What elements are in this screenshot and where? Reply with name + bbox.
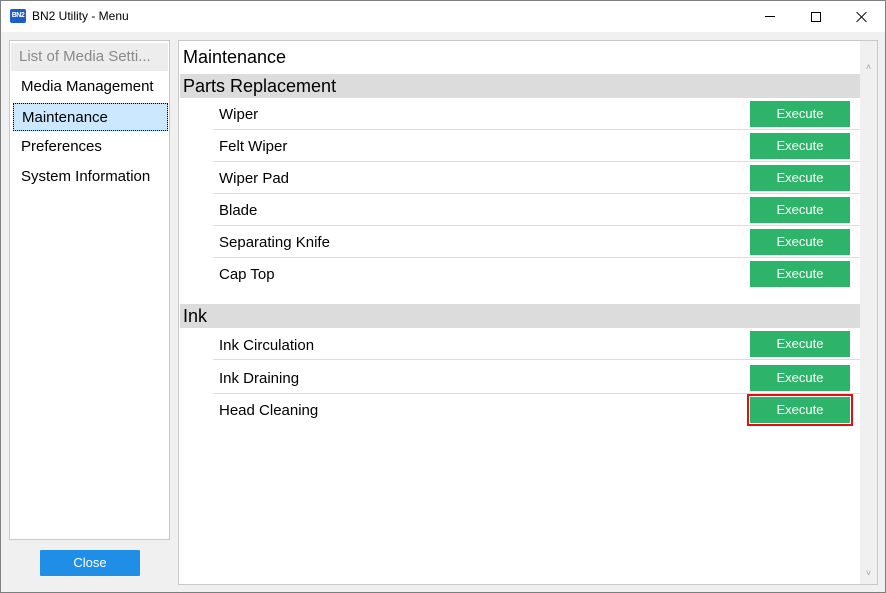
execute-button-ink-circulation[interactable]: Execute [750, 331, 850, 357]
execute-button-wiper[interactable]: Execute [750, 101, 850, 127]
maintenance-row-ink-circulation: Ink Circulation Execute [213, 328, 860, 360]
vertical-scrollbar[interactable]: ˄ ˅ [860, 41, 877, 584]
execute-button-cap-top[interactable]: Execute [750, 261, 850, 287]
execute-button-wiper-pad[interactable]: Execute [750, 165, 850, 191]
row-label: Separating Knife [219, 234, 330, 251]
row-label: Wiper [219, 106, 259, 123]
row-label: Blade [219, 202, 258, 219]
row-label: Head Cleaning [219, 402, 319, 419]
nav-item-maintenance[interactable]: Maintenance [13, 103, 168, 131]
scroll-down-icon[interactable]: ˅ [864, 569, 873, 578]
maximize-button[interactable] [793, 1, 839, 32]
maintenance-row-ink-draining: Ink Draining Execute [213, 360, 860, 394]
maintenance-row-blade: Blade Execute [213, 194, 860, 226]
maximize-icon [811, 11, 821, 22]
execute-button-head-cleaning[interactable]: Execute [747, 394, 853, 426]
nav-item-list-of-media-settings[interactable]: List of Media Setti... [11, 43, 168, 71]
row-label: Cap Top [219, 266, 275, 283]
nav-item-media-management[interactable]: Media Management [13, 73, 168, 101]
nav-item-system-information[interactable]: System Information [13, 163, 168, 191]
nav-item-preferences[interactable]: Preferences [13, 133, 168, 161]
row-label: Ink Draining [219, 370, 300, 387]
maintenance-row-separating-knife: Separating Knife Execute [213, 226, 860, 258]
row-label: Wiper Pad [219, 170, 290, 187]
execute-button-ink-draining[interactable]: Execute [750, 365, 850, 391]
close-button[interactable]: Close [40, 550, 140, 576]
app-window: BN2 BN2 Utility - Menu List of Media Set… [0, 0, 886, 593]
execute-button-felt-wiper[interactable]: Execute [750, 133, 850, 159]
maintenance-row-head-cleaning: Head Cleaning Execute [213, 394, 860, 426]
close-icon [856, 11, 868, 23]
app-icon: BN2 [10, 9, 26, 23]
section-header-ink: Ink [180, 304, 860, 328]
execute-button-separating-knife[interactable]: Execute [750, 229, 850, 255]
close-window-button[interactable] [839, 1, 885, 32]
maintenance-row-cap-top: Cap Top Execute [213, 258, 860, 290]
minimize-icon [765, 16, 775, 17]
main-panel: Maintenance ˄ ˅ Parts Replacement Wiper … [178, 40, 878, 585]
title-bar[interactable]: BN2 BN2 Utility - Menu [1, 1, 885, 32]
minimize-button[interactable] [747, 1, 793, 32]
page-title: Maintenance [183, 47, 287, 67]
nav-list: List of Media Setti... Media Management … [9, 40, 170, 540]
maintenance-row-felt-wiper: Felt Wiper Execute [213, 130, 860, 162]
maintenance-row-wiper-pad: Wiper Pad Execute [213, 162, 860, 194]
maintenance-row-wiper: Wiper Execute [213, 98, 860, 130]
scroll-up-icon[interactable]: ˄ [864, 63, 873, 72]
execute-button-blade[interactable]: Execute [750, 197, 850, 223]
row-label: Ink Circulation [219, 337, 315, 354]
row-label: Felt Wiper [219, 138, 288, 155]
window-title: BN2 Utility - Menu [32, 9, 129, 23]
section-header-parts-replacement: Parts Replacement [180, 74, 860, 98]
